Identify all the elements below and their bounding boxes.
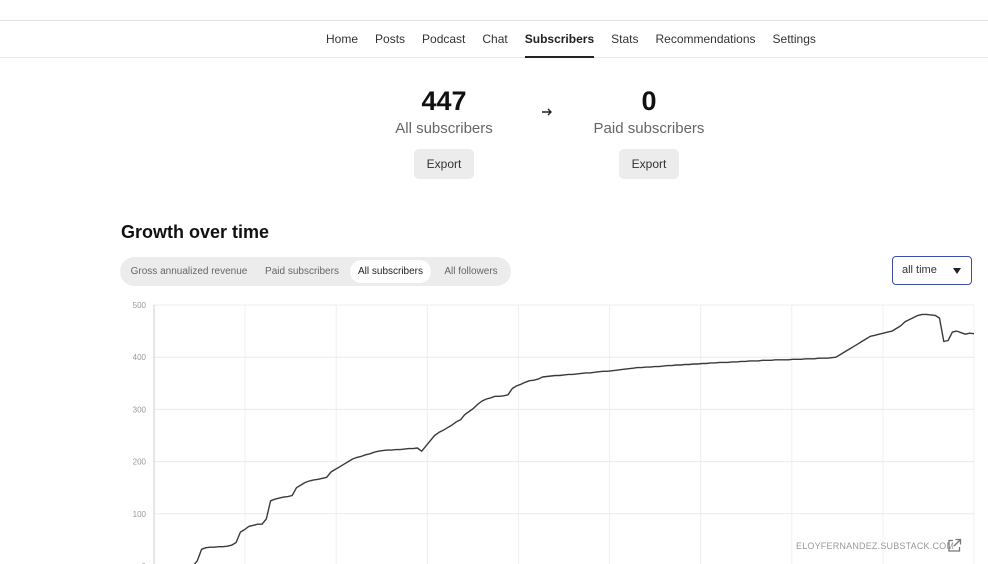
top-header [0,0,988,21]
paid-subscribers-label: Paid subscribers [593,120,705,137]
paid-subscribers-count: 0 [641,86,657,116]
all-subscribers-stat: 447 All subscribers Export [369,84,519,179]
growth-chart: 0100200300400500 [133,301,975,564]
nav-subscribers[interactable]: Subscribers [524,21,595,58]
nav-stats[interactable]: Stats [611,21,638,57]
all-subscribers-label: All subscribers [395,120,493,137]
nav-settings[interactable]: Settings [773,21,816,57]
chevron-down-icon [953,268,961,274]
nav-recommendations[interactable]: Recommendations [655,21,755,57]
nav-podcast[interactable]: Podcast [422,21,465,57]
growth-metric-tabs: Gross annualized revenue Paid subscriber… [120,257,511,286]
growth-title: Growth over time [121,222,270,242]
tab-all-followers[interactable]: All followers [435,260,507,283]
publication-link[interactable]: ELOYFERNANDEZ.SUBSTACK.COM [796,541,954,551]
y-tick-label: 400 [133,353,147,362]
external-link-icon[interactable] [947,538,962,553]
time-range-select[interactable]: all time [892,256,972,285]
arrow-right-icon [542,108,552,116]
nav-chat[interactable]: Chat [482,21,507,57]
y-tick-label: 200 [133,458,147,467]
y-tick-label: 100 [133,510,147,519]
y-tick-label: 500 [133,301,147,310]
tab-gross-annualized-revenue[interactable]: Gross annualized revenue [124,260,254,283]
export-all-subscribers-button[interactable]: Export [414,149,474,179]
tab-all-subscribers[interactable]: All subscribers [350,260,431,283]
main-nav: Home Posts Podcast Chat Subscribers Stat… [0,21,988,58]
export-paid-subscribers-button[interactable]: Export [619,149,679,179]
nav-items: Home Posts Podcast Chat Subscribers Stat… [326,21,816,58]
tab-paid-subscribers[interactable]: Paid subscribers [258,260,346,283]
subscribers-series-line [193,313,975,564]
paid-subscribers-stat: 0 Paid subscribers Export [574,84,724,179]
nav-posts[interactable]: Posts [375,21,405,57]
nav-home[interactable]: Home [326,21,358,57]
all-subscribers-count: 447 [421,86,467,116]
y-tick-label: 300 [133,405,147,414]
time-range-value: all time [902,264,937,276]
